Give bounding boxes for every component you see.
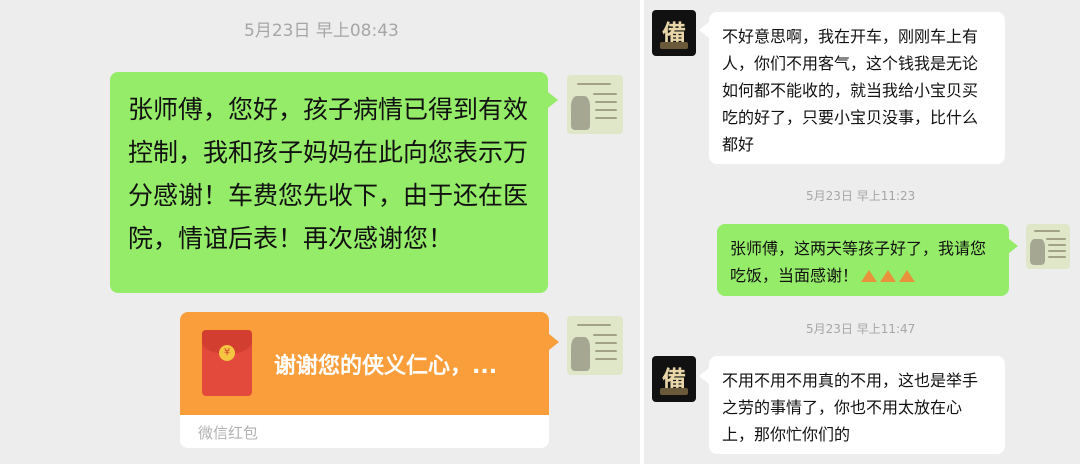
red-packet-label: 微信红包 xyxy=(198,424,259,442)
red-packet-message[interactable]: ¥ 谢谢您的侠义仁心，... 微信红包 xyxy=(180,312,549,448)
bubble-tail xyxy=(549,334,559,350)
timestamp: 5月23日 早上11:47 xyxy=(806,322,916,336)
clap-icon xyxy=(880,270,897,282)
bubble-tail xyxy=(548,92,558,108)
red-packet-greeting: 谢谢您的侠义仁心，... xyxy=(274,354,498,379)
clap-icon xyxy=(899,270,916,282)
timestamp: 5月23日 早上11:23 xyxy=(806,189,916,203)
driver-avatar[interactable]: 備 xyxy=(652,10,696,56)
left-chat-panel: 5月23日 早上08:43 张师傅，您好，孩子病情已得到有效控制，我和孩子妈妈在… xyxy=(0,0,640,464)
user-avatar[interactable] xyxy=(1026,224,1070,269)
bubble-tail xyxy=(699,22,709,38)
message-text: 张师傅，这两天等孩子好了，我请您吃饭，当面感谢！ xyxy=(730,239,987,285)
bubble-tail xyxy=(1008,238,1018,254)
message-bubble-received[interactable]: 不用不用不用真的不用，这也是举手之劳的事情了，你也不用太放在心上，那你忙你们的 xyxy=(709,356,1005,454)
bubble-tail xyxy=(699,368,709,384)
user-avatar[interactable] xyxy=(567,75,623,134)
user-avatar[interactable] xyxy=(567,316,623,375)
timestamp: 5月23日 早上08:43 xyxy=(244,21,399,41)
message-bubble-sent[interactable]: 张师傅，这两天等孩子好了，我请您吃饭，当面感谢！ xyxy=(717,224,1009,296)
message-bubble-received[interactable]: 不好意思啊，我在开车，刚刚车上有人，你们不用客气，这个钱我是无论如何都不能收的，… xyxy=(709,12,1005,164)
driver-avatar[interactable]: 備 xyxy=(652,356,696,402)
red-envelope-icon: ¥ xyxy=(202,330,252,396)
right-chat-panel: 備 不好意思啊，我在开车，刚刚车上有人，你们不用客气，这个钱我是无论如何都不能收… xyxy=(644,0,1080,464)
message-bubble-sent[interactable]: 张师傅，您好，孩子病情已得到有效控制，我和孩子妈妈在此向您表示万分感谢！车费您先… xyxy=(110,72,548,293)
clap-icon xyxy=(861,270,878,282)
